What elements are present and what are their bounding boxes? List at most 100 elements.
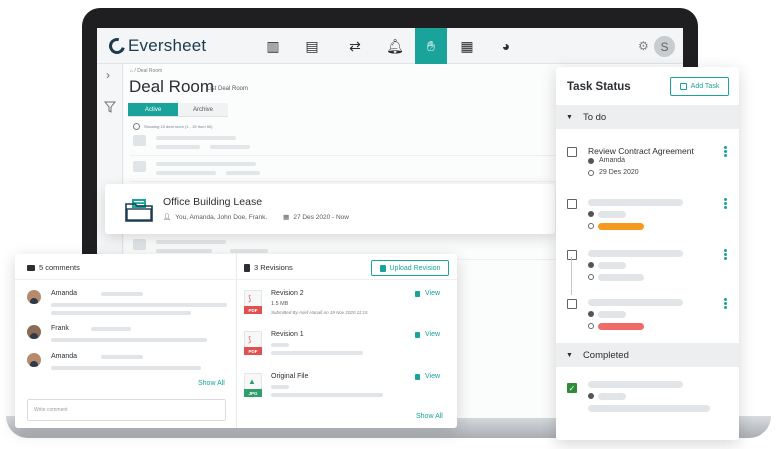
brand-logo[interactable]: Eversheet (106, 35, 206, 57)
view-label: View (425, 373, 441, 380)
revisions-header: 3 Revisions (244, 263, 293, 272)
task-checkbox[interactable] (567, 299, 577, 309)
file-icon (415, 290, 420, 297)
person-icon (588, 157, 594, 164)
placeholder (588, 381, 683, 388)
placeholder (51, 366, 201, 370)
placeholder (598, 274, 644, 281)
view-link[interactable]: View (415, 290, 440, 297)
clipboard-icon[interactable]: ▦ (451, 28, 483, 64)
deal-card[interactable]: Office Building Lease 👤︎ You, Amanda, Jo… (105, 184, 555, 234)
calendar-icon: ▦ (283, 214, 290, 221)
handshake-icon[interactable]: ✋︎ (415, 28, 447, 64)
task-assignee-row: Amanda (588, 157, 625, 164)
person-icon (588, 262, 594, 268)
avatar (27, 290, 41, 304)
comment-author: Amanda (51, 353, 78, 360)
folder-icon (125, 199, 153, 222)
revision-name: Revision 1 (271, 331, 304, 338)
file-icon (415, 331, 420, 338)
completed-section-header[interactable]: ▼ Completed (556, 343, 739, 367)
home-icon[interactable]: ⌂ (130, 68, 133, 74)
deal-members: You, Amanda, John Doe, Frank. (175, 213, 268, 221)
pie-chart-icon[interactable]: ◕ (490, 28, 522, 64)
placeholder (588, 250, 683, 257)
calendar-icon (679, 83, 687, 90)
add-task-label: Add Task (690, 83, 720, 90)
view-label: View (425, 290, 441, 297)
more-options-icon[interactable] (724, 249, 727, 260)
transfer-icon[interactable]: ⇄ (339, 28, 371, 64)
logo-icon (106, 35, 128, 57)
task-checkbox[interactable] (567, 250, 577, 260)
task-date: 29 Des 2020 (599, 169, 639, 176)
comment-input[interactable]: Write comment (27, 399, 226, 421)
placeholder (156, 249, 212, 253)
person-icon (588, 393, 594, 399)
task-status-panel: Task Status Add Task ▼ To do Review Cont… (556, 67, 739, 440)
completed-label: Completed (582, 349, 629, 361)
placeholder (156, 162, 256, 166)
task-item[interactable]: ✓ (556, 379, 739, 429)
file-type-badge: JPG (244, 389, 262, 397)
placeholder (598, 393, 626, 400)
task-item[interactable] (556, 246, 739, 296)
more-options-icon[interactable] (724, 146, 727, 157)
collab-card: 5 comments Amanda Frank Amanda Show All … (15, 254, 457, 428)
chevron-right-icon[interactable]: › (106, 68, 110, 82)
task-checkbox-checked[interactable]: ✓ (567, 383, 577, 393)
showing-count: Showing 15 deal room (1 - 15 from 50) (133, 123, 212, 130)
task-date-row: 29 Des 2020 (588, 169, 639, 176)
task-item[interactable] (556, 195, 739, 245)
placeholder (271, 393, 383, 397)
document-icon (244, 263, 250, 272)
list-item[interactable] (130, 130, 560, 156)
task-item[interactable] (556, 295, 739, 345)
user-avatar[interactable]: S (654, 36, 675, 57)
view-label: View (425, 331, 441, 338)
tab-active[interactable]: Active (128, 103, 178, 117)
comment-item: Amanda (27, 353, 227, 375)
buildings-icon[interactable]: ▥ (257, 28, 289, 64)
file-type-badge: PDF (244, 347, 262, 355)
clock-icon (588, 169, 594, 176)
divider (15, 279, 457, 280)
add-task-button[interactable]: Add Task (670, 77, 729, 96)
page-subtitle: List Deal Room (207, 86, 249, 92)
clock-icon (588, 323, 594, 329)
person-icon (588, 211, 594, 217)
comment-item: Amanda (27, 290, 227, 320)
deal-meta: 👤︎ You, Amanda, John Doe, Frank. ▦ 27 De… (163, 213, 349, 222)
task-checkbox[interactable] (567, 147, 577, 157)
placeholder (91, 327, 131, 331)
upload-revision-button[interactable]: Upload Revision (371, 260, 449, 276)
placeholder (271, 385, 289, 389)
breadcrumb-text: / Deal Room (134, 68, 163, 74)
tab-archive[interactable]: Archive (178, 103, 228, 117)
more-options-icon[interactable] (724, 198, 727, 209)
revision-size: 1.5 MB (271, 301, 289, 307)
gear-icon[interactable]: ⚙︎ (638, 39, 649, 53)
comments-show-all[interactable]: Show All (198, 380, 225, 387)
view-link[interactable]: View (415, 331, 440, 338)
more-options-icon[interactable] (724, 298, 727, 309)
person-icon (588, 311, 594, 317)
placeholder (271, 343, 289, 347)
task-name: Review Contract Agreement (588, 146, 694, 156)
placeholder (598, 262, 626, 269)
filter-icon[interactable] (104, 101, 116, 113)
view-link[interactable]: View (415, 373, 440, 380)
folder-icon (133, 135, 146, 146)
task-checkbox[interactable] (567, 199, 577, 209)
showing-text: Showing 15 deal room (1 - 15 from 50) (144, 124, 213, 129)
upload-label: Upload Revision (389, 264, 441, 272)
placeholder (156, 171, 216, 175)
bell-icon[interactable]: 🔔︎ (379, 28, 411, 64)
avatar (27, 325, 41, 339)
document-icon[interactable]: ▤ (296, 28, 328, 64)
comments-count: 5 comments (39, 263, 80, 272)
revisions-show-all[interactable]: Show All (416, 413, 443, 420)
todo-section-header[interactable]: ▼ To do (556, 105, 739, 129)
task-item[interactable]: Review Contract Agreement Amanda 29 Des … (556, 143, 739, 193)
list-item[interactable] (130, 156, 560, 182)
